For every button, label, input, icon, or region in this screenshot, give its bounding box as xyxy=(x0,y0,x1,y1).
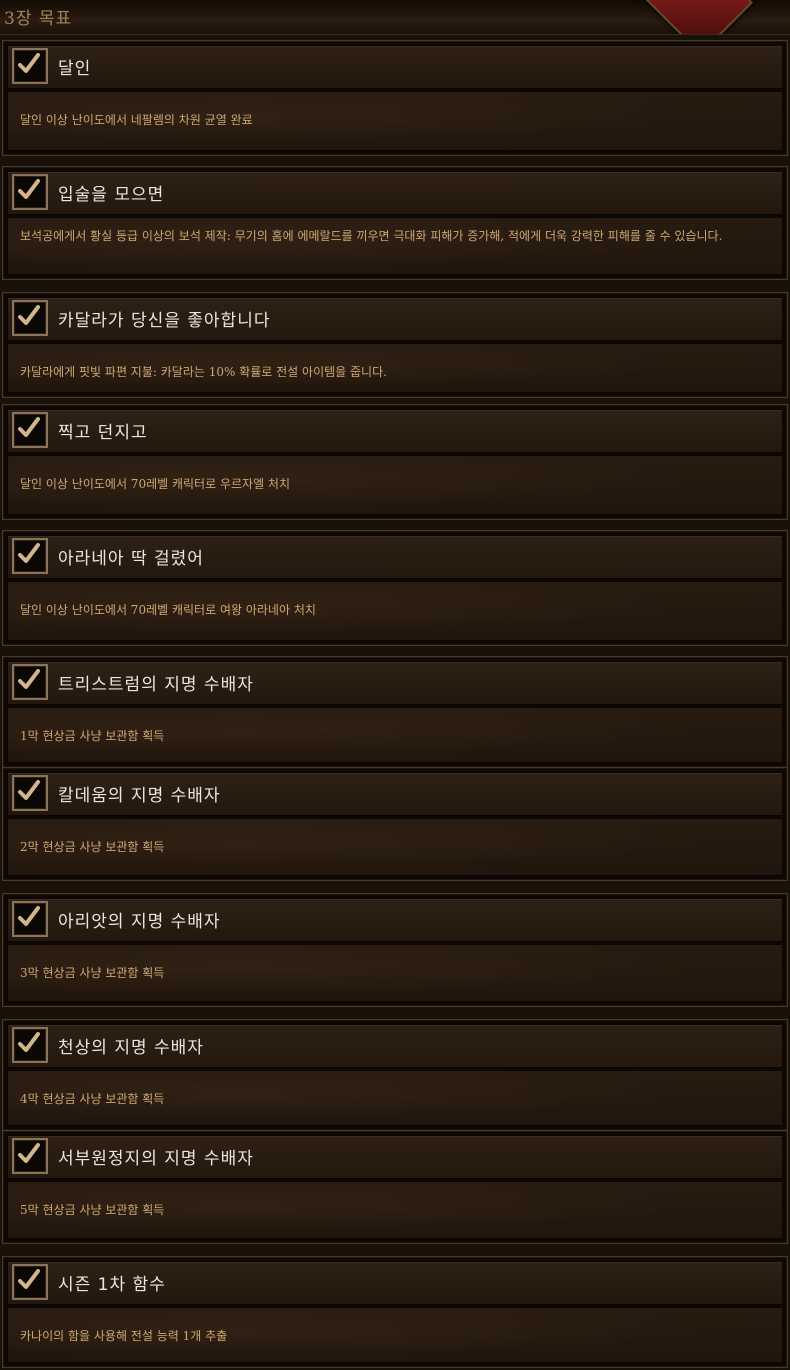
checkmark-icon xyxy=(18,543,40,563)
objective-description: 달인 이상 난이도에서 네팔렘의 차원 균열 완료 xyxy=(20,113,253,127)
objective-description: 2막 현상금 사냥 보관함 획득 xyxy=(20,840,165,854)
objective-description: 4막 현상금 사냥 보관함 획득 xyxy=(20,1092,165,1106)
completed-checkbox xyxy=(12,412,48,448)
objective-title: 칼데움의 지명 수배자 xyxy=(58,786,221,806)
objective-title: 찍고 던지고 xyxy=(58,423,148,443)
objective-header: 트리스트럼의 지명 수배자 xyxy=(7,661,783,705)
completed-checkbox xyxy=(12,174,48,210)
objective-header: 아라네아 딱 걸렸어 xyxy=(7,535,783,579)
checkmark-icon xyxy=(18,305,40,325)
objective-card[interactable]: 시즌 1차 함수 카나이의 함을 사용해 전설 능력 1개 추출 xyxy=(2,1256,788,1368)
objective-description: 5막 현상금 사냥 보관함 획득 xyxy=(20,1203,165,1217)
completed-checkbox xyxy=(12,538,48,574)
objective-header: 천상의 지명 수배자 xyxy=(7,1024,783,1068)
chapter-emblem-icon xyxy=(637,0,753,34)
completed-checkbox xyxy=(12,1264,48,1300)
objective-body: 카달라에게 핏빛 파편 지불: 카달라는 10% 확률로 전설 아이템을 줍니다… xyxy=(7,343,783,393)
objective-header: 달인 xyxy=(7,45,783,89)
objective-body: 카나이의 함을 사용해 전설 능력 1개 추출 xyxy=(7,1307,783,1363)
checkmark-icon xyxy=(18,417,40,437)
chapter-title: 3장 목표 xyxy=(4,9,73,29)
checkmark-icon xyxy=(18,906,40,926)
objective-body: 2막 현상금 사냥 보관함 획득 xyxy=(7,818,783,876)
checkmark-icon xyxy=(18,669,40,689)
checkmark-icon xyxy=(18,179,40,199)
checkmark-icon xyxy=(18,1269,40,1289)
objective-header: 입술을 모으면 xyxy=(7,171,783,215)
objective-title: 천상의 지명 수배자 xyxy=(58,1038,204,1058)
objective-title: 트리스트럼의 지명 수배자 xyxy=(58,675,254,695)
checkmark-icon xyxy=(18,1032,40,1052)
objective-title: 서부원정지의 지명 수배자 xyxy=(58,1149,254,1169)
objective-body: 달인 이상 난이도에서 네팔렘의 차원 균열 완료 xyxy=(7,91,783,151)
objective-card[interactable]: 찍고 던지고 달인 이상 난이도에서 70레벨 캐릭터로 우르자엘 처치 xyxy=(2,404,788,520)
objective-body: 5막 현상금 사냥 보관함 획득 xyxy=(7,1181,783,1239)
checkmark-icon xyxy=(18,780,40,800)
objective-title: 아리앗의 지명 수배자 xyxy=(58,912,221,932)
objective-title: 달인 xyxy=(58,59,92,79)
objective-card[interactable]: 입술을 모으면 보석공에게서 황실 등급 이상의 보석 제작: 무기의 홈에 에… xyxy=(2,166,788,280)
completed-checkbox xyxy=(12,300,48,336)
objective-header: 서부원정지의 지명 수배자 xyxy=(7,1135,783,1179)
checkmark-icon xyxy=(18,53,40,73)
objective-description: 카나이의 함을 사용해 전설 능력 1개 추출 xyxy=(20,1329,228,1343)
objective-description: 3막 현상금 사냥 보관함 획득 xyxy=(20,966,165,980)
objective-header: 아리앗의 지명 수배자 xyxy=(7,898,783,942)
objective-description: 달인 이상 난이도에서 70레벨 캐릭터로 우르자엘 처치 xyxy=(20,477,290,491)
completed-checkbox xyxy=(12,775,48,811)
objective-description: 달인 이상 난이도에서 70레벨 캐릭터로 여왕 아라네아 처치 xyxy=(20,603,316,617)
objective-card[interactable]: 아라네아 딱 걸렸어 달인 이상 난이도에서 70레벨 캐릭터로 여왕 아라네아… xyxy=(2,530,788,646)
objective-card[interactable]: 트리스트럼의 지명 수배자 1막 현상금 사냥 보관함 획득 xyxy=(2,656,788,768)
objective-body: 보석공에게서 황실 등급 이상의 보석 제작: 무기의 홈에 에메랄드를 끼우면… xyxy=(7,217,783,275)
objective-card[interactable]: 칼데움의 지명 수배자 2막 현상금 사냥 보관함 획득 xyxy=(2,767,788,881)
objective-body: 4막 현상금 사냥 보관함 획득 xyxy=(7,1070,783,1126)
objective-card[interactable]: 천상의 지명 수배자 4막 현상금 사냥 보관함 획득 xyxy=(2,1019,788,1131)
objective-card[interactable]: 달인 달인 이상 난이도에서 네팔렘의 차원 균열 완료 xyxy=(2,40,788,156)
objective-title: 입술을 모으면 xyxy=(58,185,165,205)
completed-checkbox xyxy=(12,1027,48,1063)
objective-description: 보석공에게서 황실 등급 이상의 보석 제작: 무기의 홈에 에메랄드를 끼우면… xyxy=(20,229,723,243)
completed-checkbox xyxy=(12,901,48,937)
completed-checkbox xyxy=(12,1138,48,1174)
completed-checkbox xyxy=(12,664,48,700)
objective-header: 시즌 1차 함수 xyxy=(7,1261,783,1305)
objective-title: 아라네아 딱 걸렸어 xyxy=(58,549,204,569)
objective-title: 시즌 1차 함수 xyxy=(58,1275,166,1295)
objective-body: 달인 이상 난이도에서 70레벨 캐릭터로 여왕 아라네아 처치 xyxy=(7,581,783,641)
completed-checkbox xyxy=(12,48,48,84)
objective-card[interactable]: 아리앗의 지명 수배자 3막 현상금 사냥 보관함 획득 xyxy=(2,893,788,1007)
objective-body: 1막 현상금 사냥 보관함 획득 xyxy=(7,707,783,763)
objective-header: 카달라가 당신을 좋아합니다 xyxy=(7,297,783,341)
objective-body: 3막 현상금 사냥 보관함 획득 xyxy=(7,944,783,1002)
objective-description: 카달라에게 핏빛 파편 지불: 카달라는 10% 확률로 전설 아이템을 줍니다… xyxy=(20,365,387,379)
objective-description: 1막 현상금 사냥 보관함 획득 xyxy=(20,729,165,743)
objective-header: 찍고 던지고 xyxy=(7,409,783,453)
checkmark-icon xyxy=(18,1143,40,1163)
chapter-header: 3장 목표 xyxy=(0,0,790,35)
objective-body: 달인 이상 난이도에서 70레벨 캐릭터로 우르자엘 처치 xyxy=(7,455,783,515)
objective-title: 카달라가 당신을 좋아합니다 xyxy=(58,311,271,331)
objective-card[interactable]: 카달라가 당신을 좋아합니다 카달라에게 핏빛 파편 지불: 카달라는 10% … xyxy=(2,292,788,398)
objective-header: 칼데움의 지명 수배자 xyxy=(7,772,783,816)
objective-card[interactable]: 서부원정지의 지명 수배자 5막 현상금 사냥 보관함 획득 xyxy=(2,1130,788,1244)
